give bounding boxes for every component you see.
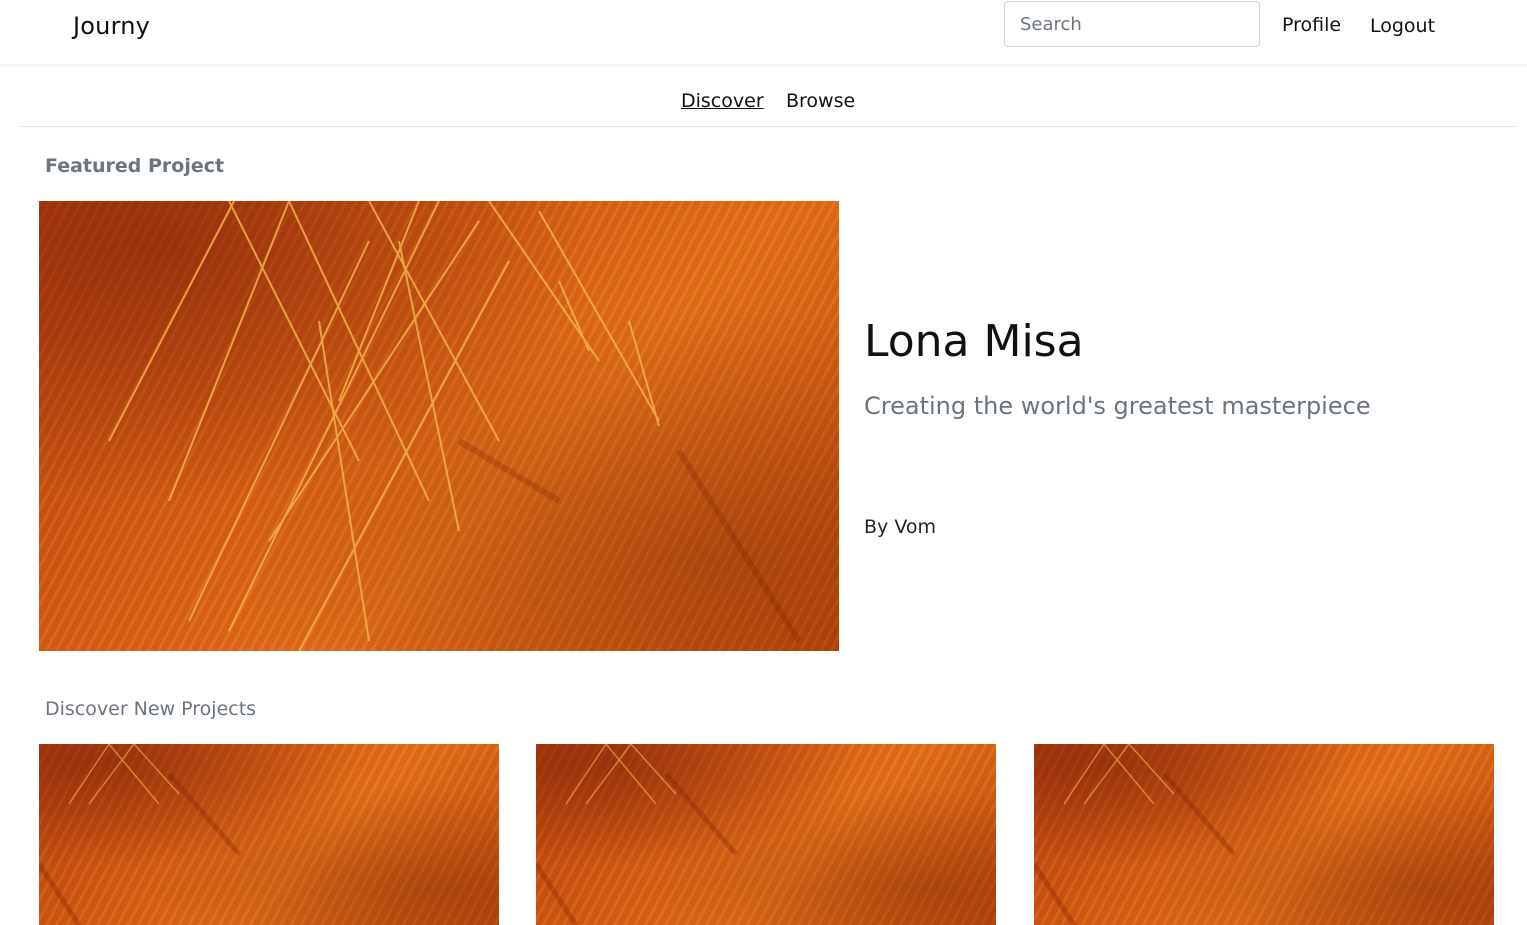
profile-link[interactable]: Profile xyxy=(1282,14,1341,36)
featured-project-subtitle: Creating the world's greatest masterpiec… xyxy=(864,392,1371,420)
featured-project-image[interactable] xyxy=(39,201,839,651)
featured-project-author: By Vom xyxy=(864,516,936,538)
project-card-image[interactable] xyxy=(39,744,499,925)
scratch-lines-graphic xyxy=(1034,744,1236,925)
tab-browse[interactable]: Browse xyxy=(786,90,855,112)
featured-project-title[interactable]: Lona Misa xyxy=(864,316,1084,367)
sub-navigation: Discover Browse xyxy=(19,64,1516,127)
project-card-image[interactable] xyxy=(1034,744,1494,925)
scratch-lines-graphic xyxy=(536,744,738,925)
scratch-lines-graphic xyxy=(39,744,241,925)
scratch-lines-graphic xyxy=(108,201,802,651)
project-card-image[interactable] xyxy=(536,744,996,925)
top-navbar: Journy Profile Logout xyxy=(0,0,1527,64)
brand-logo[interactable]: Journy xyxy=(73,12,150,40)
logout-link[interactable]: Logout xyxy=(1370,15,1435,37)
featured-section-title: Featured Project xyxy=(45,155,225,177)
discover-section-title: Discover New Projects xyxy=(45,698,257,720)
search-input[interactable] xyxy=(1004,1,1260,47)
tab-discover[interactable]: Discover xyxy=(681,90,764,112)
